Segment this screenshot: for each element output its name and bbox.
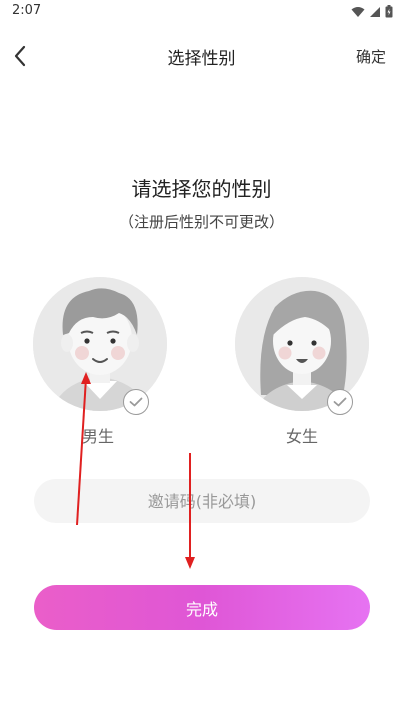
done-button[interactable]: 完成 (34, 585, 370, 630)
prompt-subheading: （注册后性别不可更改） (118, 213, 284, 231)
invite-code-input[interactable] (34, 479, 370, 523)
gender-label-male: 男生 (82, 427, 115, 446)
nav-bar: 选择性别 确定 (0, 34, 403, 78)
check-icon[interactable] (327, 389, 353, 415)
gender-option-female[interactable]: 女生 (232, 275, 372, 455)
wifi-icon (351, 6, 365, 17)
prompt-heading: 请选择您的性别 (131, 177, 272, 201)
page-title: 选择性别 (167, 49, 236, 69)
male-avatar[interactable] (33, 277, 167, 411)
gender-label-female: 女生 (285, 427, 318, 446)
female-avatar[interactable] (235, 277, 369, 411)
confirm-button[interactable]: 确定 (356, 46, 386, 67)
gender-option-male[interactable]: 男生 (30, 275, 170, 455)
check-icon[interactable] (123, 389, 149, 415)
battery-icon (385, 5, 393, 18)
signal-icon (370, 6, 380, 17)
status-bar: 2:07 (0, 0, 403, 24)
status-icons (351, 5, 393, 18)
status-time: 2:07 (12, 3, 42, 18)
